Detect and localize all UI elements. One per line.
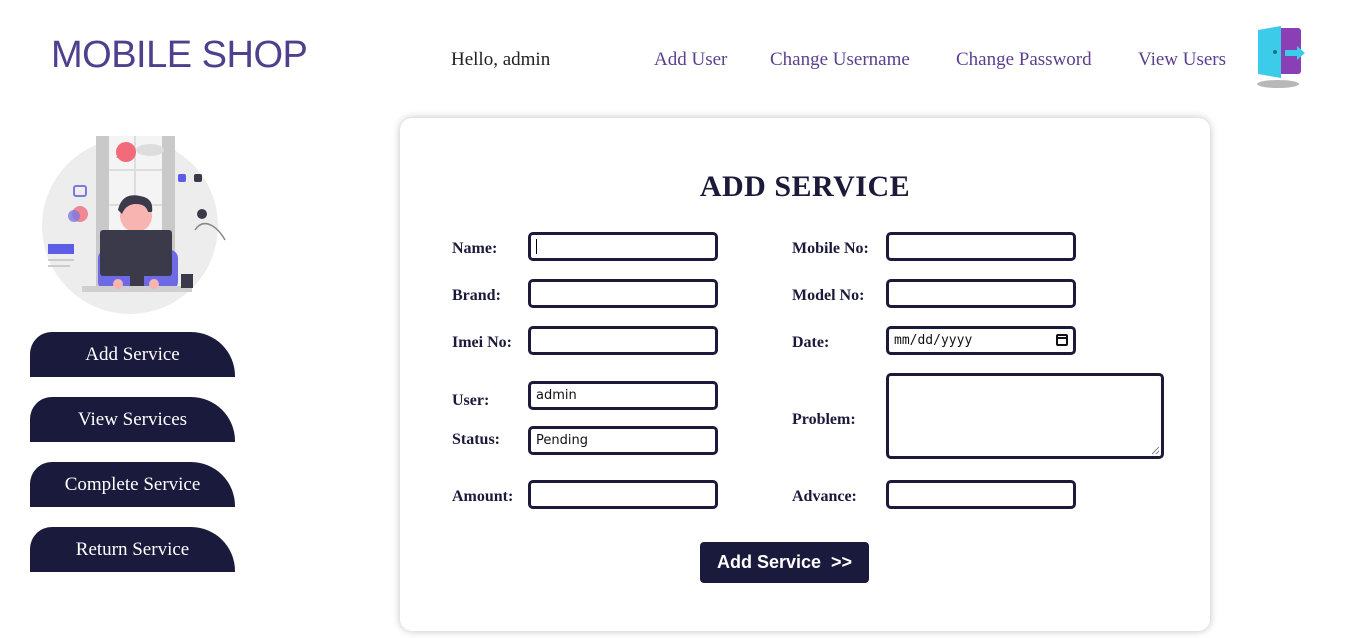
user-label: User:: [452, 392, 490, 409]
model-label: Model No:: [792, 287, 865, 304]
mobile-input[interactable]: [886, 232, 1076, 261]
name-input[interactable]: [528, 232, 718, 261]
person-at-laptop-illustration: [30, 130, 235, 315]
status-input[interactable]: Pending: [528, 426, 718, 455]
logout-door-icon[interactable]: [1253, 24, 1307, 90]
sidebar-complete-service-button[interactable]: Complete Service: [30, 462, 235, 507]
app-logo: MOBILE SHOP: [51, 34, 308, 76]
brand-input[interactable]: [528, 279, 718, 308]
imei-input[interactable]: [528, 326, 718, 355]
date-label: Date:: [792, 334, 830, 351]
sidebar-view-services-button[interactable]: View Services: [30, 397, 235, 442]
add-service-form: ADD SERVICE Name: Mobile No: Brand: Mode…: [400, 118, 1210, 631]
status-label: Status:: [452, 431, 501, 448]
advance-input[interactable]: [886, 480, 1076, 509]
add-service-submit-button[interactable]: Add Service >>: [700, 542, 869, 583]
nav-change-username[interactable]: Change Username: [770, 49, 910, 71]
greeting: Hello, admin: [451, 49, 551, 70]
user-input[interactable]: admin: [528, 381, 718, 410]
nav-view-users[interactable]: View Users: [1138, 49, 1226, 71]
amount-label: Amount:: [452, 488, 514, 505]
date-input[interactable]: mm/dd/yyyy: [886, 326, 1076, 355]
problem-label: Problem:: [792, 411, 856, 428]
sidebar-add-service-button[interactable]: Add Service: [30, 332, 235, 377]
model-input[interactable]: [886, 279, 1076, 308]
mobile-label: Mobile No:: [792, 240, 869, 257]
nav-change-password[interactable]: Change Password: [956, 49, 1092, 71]
name-label: Name:: [452, 240, 498, 257]
problem-textarea[interactable]: [886, 373, 1164, 459]
form-title: ADD SERVICE: [699, 170, 911, 203]
calendar-icon[interactable]: [1056, 334, 1068, 346]
brand-label: Brand:: [452, 287, 501, 304]
amount-input[interactable]: [528, 480, 718, 509]
imei-label: Imei No:: [452, 334, 512, 351]
sidebar-return-service-button[interactable]: Return Service: [30, 527, 235, 572]
advance-label: Advance:: [792, 488, 857, 505]
nav-add-user[interactable]: Add User: [654, 49, 727, 71]
submit-label: Add Service >>: [716, 552, 853, 572]
date-placeholder: mm/dd/yyyy: [894, 333, 973, 348]
